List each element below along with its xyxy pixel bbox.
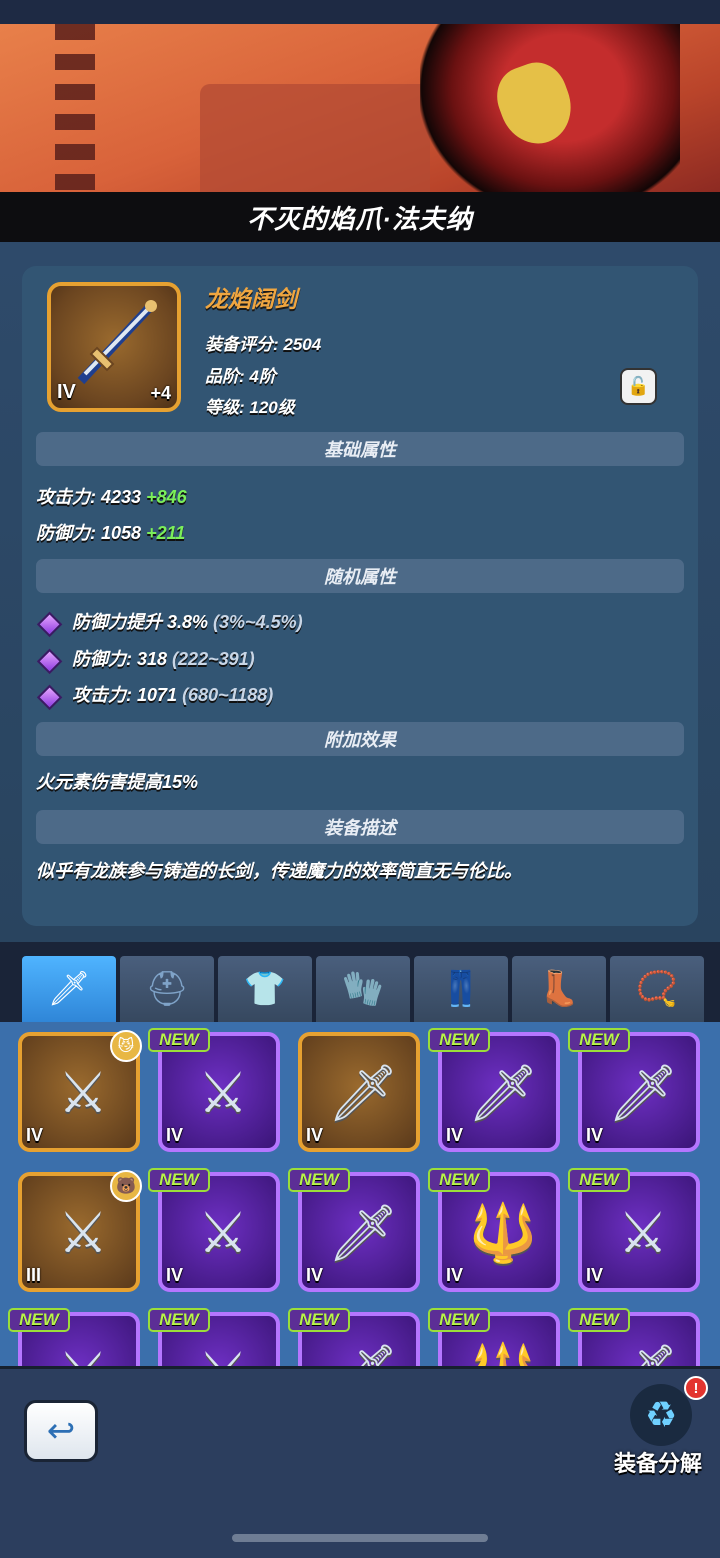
attr-label: 攻击力: 4233 bbox=[36, 487, 142, 507]
basic-attr-defense: 防御力: 1058 +211 bbox=[36, 519, 185, 545]
slot-grade: IV bbox=[306, 1265, 324, 1285]
slot-grade: IV bbox=[306, 1125, 324, 1145]
axe-icon: ⚔ bbox=[197, 1061, 249, 1124]
item-name: 龙焰阔剑 bbox=[205, 286, 297, 312]
pants-icon: 👖 bbox=[439, 970, 483, 1008]
boss-title: 不灭的焰爪·法夫纳 bbox=[247, 203, 473, 234]
section-basic-attributes: 基础属性 bbox=[36, 432, 684, 466]
new-tag: NEW bbox=[288, 1308, 350, 1332]
attr-range: (222~391) bbox=[172, 649, 255, 669]
slot-grade: IV bbox=[446, 1125, 464, 1145]
alert-badge: ! bbox=[684, 1376, 708, 1400]
item-tier: 品阶: 4阶 bbox=[205, 367, 276, 386]
random-attr-row: 防御力提升 3.8% (3%~4.5%) bbox=[36, 608, 303, 638]
new-tag: NEW bbox=[428, 1168, 490, 1192]
tab-gauntlet[interactable]: 🧤 bbox=[316, 956, 410, 1022]
unlock-icon: 🔓 bbox=[627, 376, 650, 396]
new-tag: NEW bbox=[568, 1308, 630, 1332]
selected-item-icon: IV +4 bbox=[47, 282, 181, 412]
bottom-bar bbox=[0, 1366, 720, 1558]
section-extra-effect: 附加效果 bbox=[36, 722, 684, 756]
staff-icon: 🔱 bbox=[468, 1201, 538, 1264]
random-attr-row: 防御力: 318 (222~391) bbox=[36, 645, 255, 675]
item-enhance-level: +4 bbox=[150, 383, 171, 403]
section-description: 装备描述 bbox=[36, 810, 684, 844]
axe-icon: ⚔ bbox=[57, 1201, 109, 1264]
axe-icon: ⚔ bbox=[197, 1201, 249, 1264]
section-random-attributes: 随机属性 bbox=[36, 559, 684, 593]
axe-icon: ⚔ bbox=[617, 1201, 669, 1264]
back-button[interactable]: ↩ bbox=[24, 1400, 98, 1462]
axe-icon: ⚔ bbox=[184, 1334, 262, 1366]
attr-range: (680~1188) bbox=[182, 685, 274, 705]
home-indicator[interactable] bbox=[232, 1534, 488, 1542]
random-attr-row: 攻击力: 1071 (680~1188) bbox=[36, 681, 274, 711]
decompose-button[interactable]: ♻ bbox=[630, 1384, 692, 1446]
chain-decoration bbox=[55, 24, 95, 192]
new-tag: NEW bbox=[8, 1308, 70, 1332]
back-arrow-icon: ↩ bbox=[46, 1412, 76, 1450]
axe-icon: ⚔ bbox=[44, 1334, 122, 1366]
attr-label: 防御力提升 3.8% bbox=[72, 612, 209, 632]
sword-icon: 🗡 bbox=[47, 970, 91, 1008]
attr-range: (3%~4.5%) bbox=[213, 612, 303, 632]
sword-icon: 🗡 bbox=[467, 1061, 539, 1124]
boss-banner bbox=[0, 24, 720, 192]
sword-icon: 🗡 bbox=[324, 1334, 402, 1366]
new-tag: NEW bbox=[148, 1168, 210, 1192]
attr-label: 攻击力: 1071 bbox=[72, 685, 178, 705]
sword-icon: 🗡 bbox=[327, 1061, 399, 1124]
slot-grade: IV bbox=[166, 1265, 184, 1285]
inventory-grid: ⚔ IV ⚔ IV 🗡 IV 🗡 IV 🗡 IV ⚔ III ⚔ IV 🗡 IV… bbox=[0, 1022, 720, 1366]
boots-icon: 👢 bbox=[537, 970, 581, 1008]
new-tag: NEW bbox=[148, 1308, 210, 1332]
new-tag: NEW bbox=[568, 1168, 630, 1192]
armor-icon: 👕 bbox=[243, 970, 287, 1008]
attr-bonus: +846 bbox=[146, 487, 187, 507]
tab-boots[interactable]: 👢 bbox=[512, 956, 606, 1022]
equipped-hero-avatar: 🐻 bbox=[110, 1170, 142, 1202]
item-level: 等级: 120级 bbox=[205, 398, 295, 417]
slot-grade: IV bbox=[586, 1125, 604, 1145]
gauntlet-icon: 🧤 bbox=[341, 970, 385, 1008]
attr-bonus: +211 bbox=[146, 523, 186, 543]
basic-attr-attack: 攻击力: 4233 +846 bbox=[36, 483, 187, 509]
equipped-hero-avatar: 😼 bbox=[110, 1030, 142, 1062]
item-description: 似乎有龙族参与铸造的长剑，传递魔力的效率简直无与伦比。 bbox=[36, 861, 522, 881]
tab-armor[interactable]: 👕 bbox=[218, 956, 312, 1022]
axe-icon: ⚔ bbox=[57, 1061, 109, 1124]
new-tag: NEW bbox=[428, 1308, 490, 1332]
new-tag: NEW bbox=[288, 1168, 350, 1192]
sword-icon: 🗡 bbox=[607, 1061, 679, 1124]
recycle-icon: ♻ bbox=[644, 1394, 678, 1435]
extra-effect-text: 火元素伤害提高15% bbox=[36, 772, 199, 792]
tab-pants[interactable]: 👖 bbox=[414, 956, 508, 1022]
item-score: 装备评分: 2504 bbox=[205, 335, 322, 354]
tab-necklace[interactable]: 📿 bbox=[610, 956, 704, 1022]
lock-button[interactable]: 🔓 bbox=[620, 368, 657, 405]
inventory-slot[interactable]: 🗡 IV bbox=[298, 1032, 420, 1152]
boss-title-bar: 不灭的焰爪·法夫纳 bbox=[0, 192, 720, 242]
helmet-icon: ⛑ bbox=[145, 970, 189, 1008]
tab-weapon[interactable]: 🗡 bbox=[22, 956, 116, 1022]
item-grade: IV bbox=[57, 381, 76, 403]
sword-icon: 🗡 bbox=[327, 1201, 399, 1264]
sword-icon: 🗡 bbox=[604, 1334, 682, 1366]
decompose-label[interactable]: 装备分解 bbox=[614, 1446, 702, 1478]
attr-label: 防御力: 1058 bbox=[36, 523, 142, 543]
castle-silhouette bbox=[200, 84, 430, 192]
new-tag: NEW bbox=[428, 1028, 490, 1052]
necklace-icon: 📿 bbox=[635, 970, 679, 1008]
new-tag: NEW bbox=[568, 1028, 630, 1052]
slot-grade: IV bbox=[586, 1265, 604, 1285]
staff-icon: 🔱 bbox=[464, 1334, 542, 1366]
slot-grade: III bbox=[26, 1265, 42, 1285]
new-tag: NEW bbox=[148, 1028, 210, 1052]
slot-grade: IV bbox=[26, 1125, 44, 1145]
tab-helmet[interactable]: ⛑ bbox=[120, 956, 214, 1022]
slot-grade: IV bbox=[166, 1125, 184, 1145]
attr-label: 防御力: 318 bbox=[72, 649, 168, 669]
slot-grade: IV bbox=[446, 1265, 464, 1285]
